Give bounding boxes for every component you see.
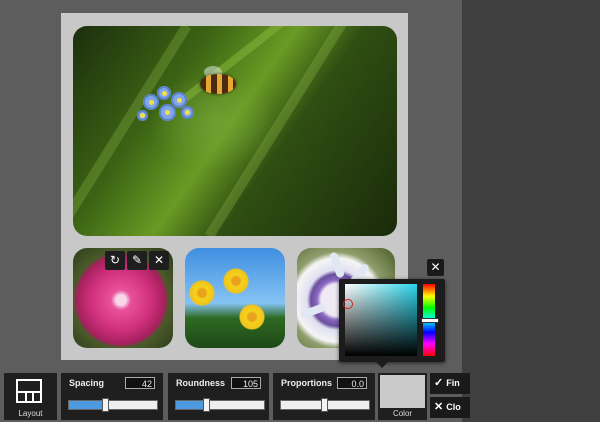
thumbnail-daffodils[interactable]	[185, 248, 285, 348]
close-button[interactable]: ✕ Clo	[430, 397, 470, 418]
roundness-label: Roundness	[176, 378, 226, 388]
refresh-icon: ↻	[109, 253, 121, 267]
roundness-slider[interactable]	[175, 398, 265, 412]
right-panel	[462, 0, 600, 422]
color-label: Color	[392, 409, 413, 418]
main-photo[interactable]	[73, 26, 397, 236]
layout-grid-icon	[16, 379, 42, 403]
color-selector-handle[interactable]	[343, 299, 353, 309]
petal	[299, 302, 327, 320]
edit-image-button[interactable]: ✎	[127, 251, 147, 270]
flower	[137, 110, 148, 121]
remove-image-button[interactable]: ✕	[149, 251, 169, 270]
roundness-value-field[interactable]: 105	[231, 377, 261, 389]
grass-blade	[73, 26, 192, 236]
grass-blade	[204, 26, 352, 236]
close-color-picker-button[interactable]: ✕	[427, 259, 444, 276]
color-button[interactable]: Color	[378, 373, 427, 420]
spacing-slider-handle[interactable]	[101, 398, 109, 412]
bottom-toolbar: Layout Spacing 42 Roundness 105 Proporti…	[0, 367, 600, 422]
flower	[143, 94, 159, 110]
spacing-value-field[interactable]: 42	[125, 377, 155, 389]
flower	[159, 104, 176, 121]
daffodil	[189, 280, 215, 306]
flower	[181, 106, 194, 119]
close-icon: ✕	[430, 260, 441, 274]
flower	[157, 86, 171, 100]
close-label: Clo	[446, 402, 461, 412]
bee	[200, 74, 236, 94]
close-icon: ✕	[153, 253, 165, 267]
proportions-control: Proportions 0.0	[273, 373, 375, 420]
spacing-slider[interactable]	[68, 398, 158, 412]
close-icon: ✕	[434, 401, 444, 413]
spacing-slider-fill	[69, 401, 106, 409]
color-picker	[339, 279, 445, 368]
thumbnail-toolbar: ↻ ✎ ✕	[105, 251, 169, 270]
hue-slider-handle[interactable]	[421, 318, 439, 323]
check-icon: ✓	[434, 377, 444, 389]
proportions-label: Proportions	[281, 378, 332, 388]
proportions-value-field[interactable]: 0.0	[337, 377, 367, 389]
petal	[328, 251, 346, 279]
roundness-slider-handle[interactable]	[202, 398, 210, 412]
daffodil	[219, 264, 253, 298]
brush-icon: ✎	[131, 253, 143, 267]
layout-button[interactable]: Layout	[4, 373, 57, 420]
roundness-control: Roundness 105	[168, 373, 269, 420]
daffodil	[239, 304, 265, 330]
finish-label: Fin	[446, 378, 460, 388]
spacing-label: Spacing	[69, 378, 105, 388]
layout-label: Layout	[18, 409, 43, 418]
proportions-slider[interactable]	[280, 398, 370, 412]
proportions-slider-handle[interactable]	[321, 398, 328, 412]
spacing-control: Spacing 42	[61, 373, 163, 420]
saturation-value-field[interactable]	[345, 284, 417, 356]
finish-button[interactable]: ✓ Fin	[430, 373, 470, 394]
swap-image-button[interactable]: ↻	[105, 251, 125, 270]
color-swatch	[380, 375, 425, 408]
